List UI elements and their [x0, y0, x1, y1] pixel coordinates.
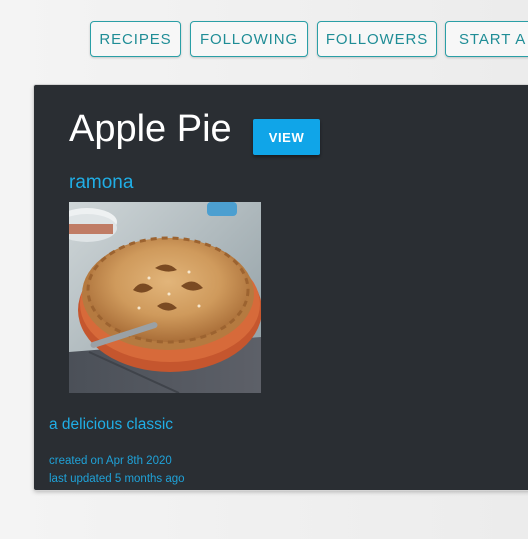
recipe-description: a delicious classic [49, 416, 174, 433]
created-date: created on Apr 8th 2020 [49, 455, 172, 467]
recipes-button[interactable]: RECIPES [90, 21, 181, 57]
view-button[interactable]: VIEW [253, 119, 320, 155]
updated-date: last updated 5 months ago [49, 473, 185, 485]
recipe-card: Apple Pie VIEW ramona a delicious classi… [34, 85, 528, 490]
start-a-button[interactable]: START A [445, 21, 528, 57]
recipe-title: Apple Pie [69, 108, 232, 150]
recipe-photo [69, 202, 261, 393]
following-button[interactable]: FOLLOWING [190, 21, 308, 57]
author-link[interactable]: ramona [69, 172, 133, 194]
followers-button[interactable]: FOLLOWERS [317, 21, 437, 57]
